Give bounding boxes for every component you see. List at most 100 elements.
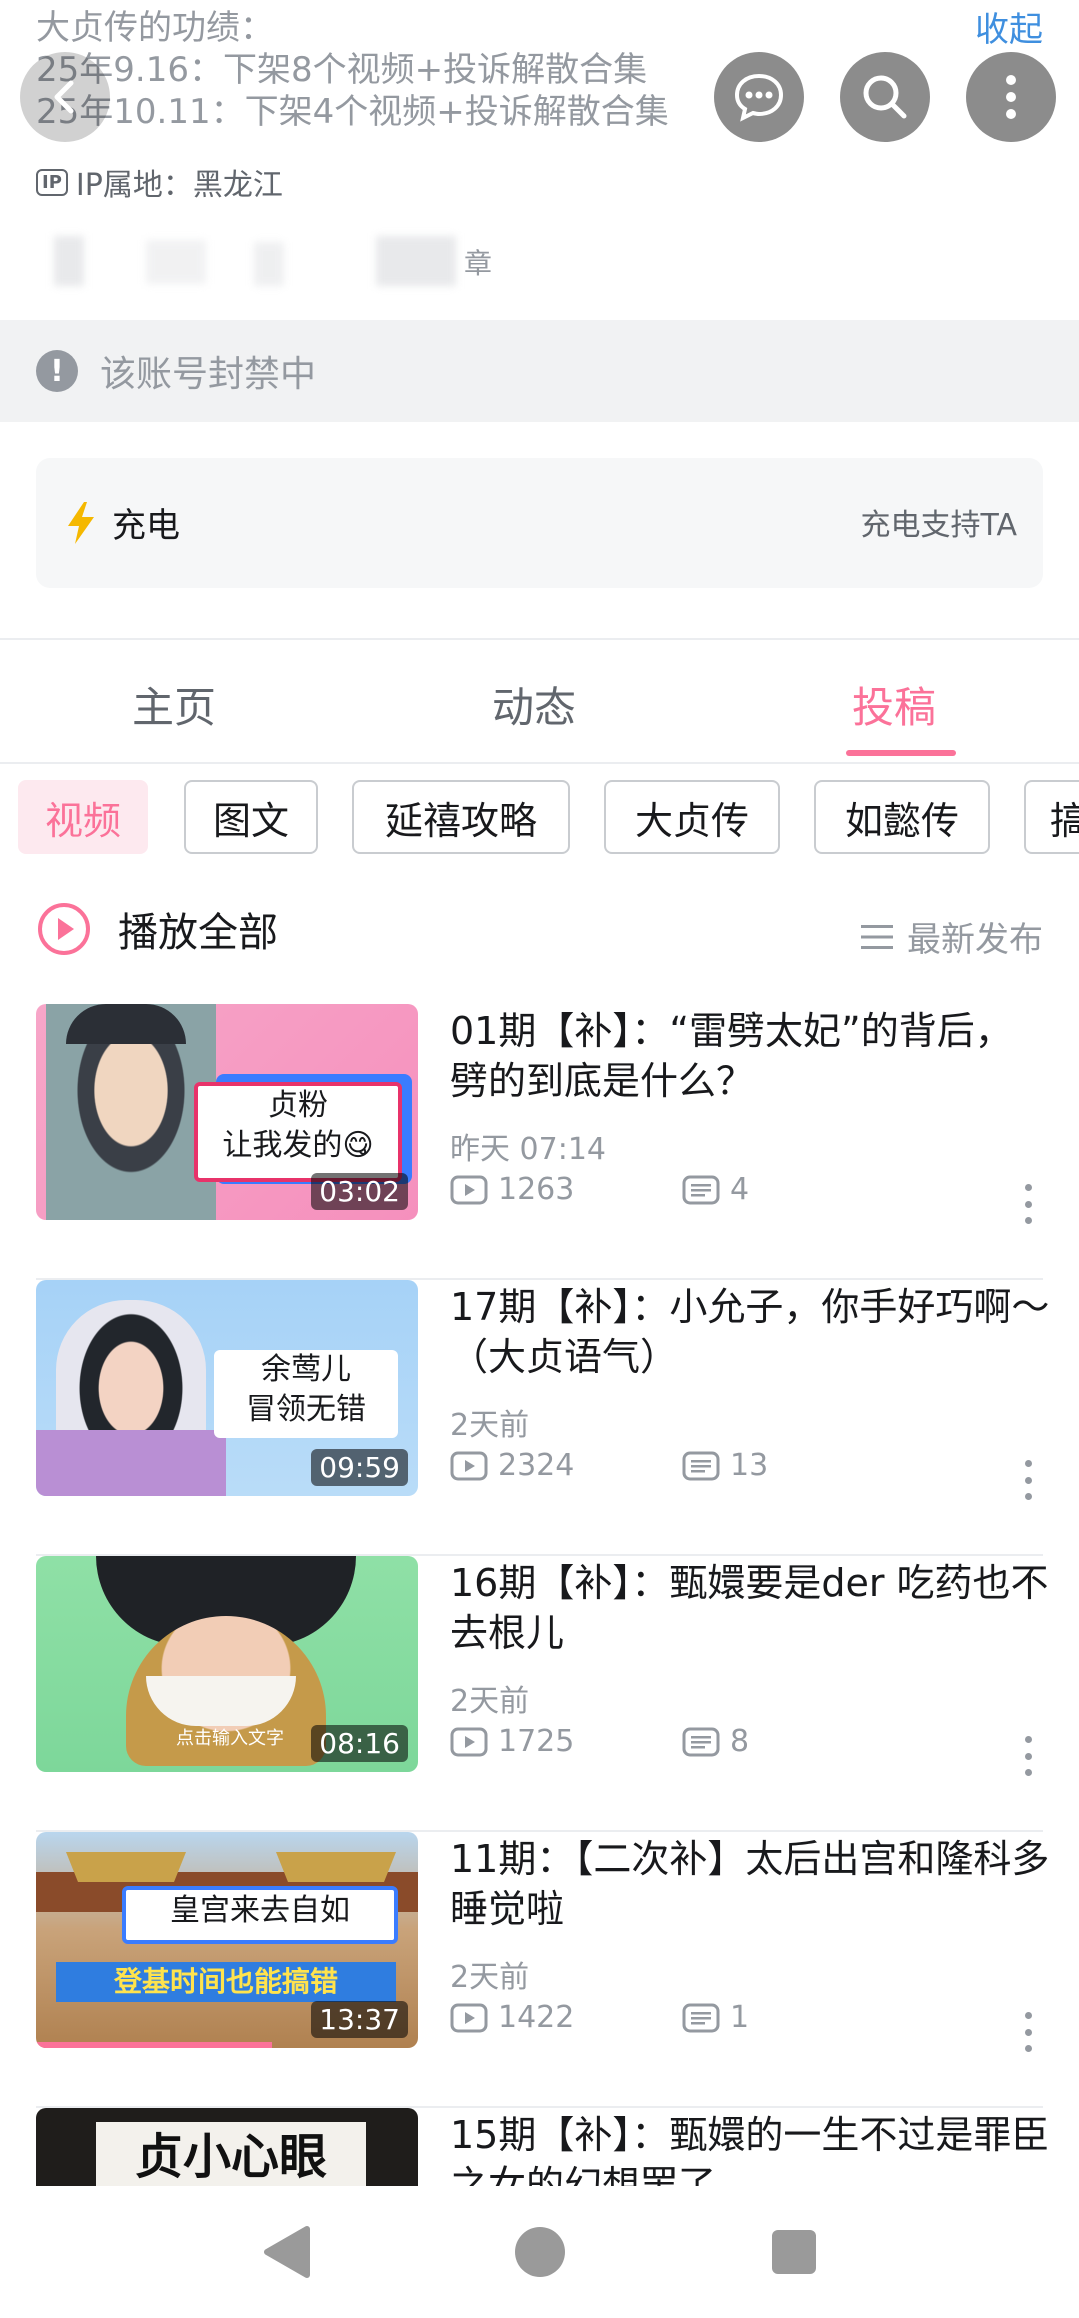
tab-home[interactable]: 主页 xyxy=(132,674,216,735)
video-title[interactable]: 15期【补】：甄嬛的一生不过是罪臣之女的幻想罢了 xyxy=(450,2110,1050,2188)
search-icon xyxy=(863,75,907,119)
tab-dynamics[interactable]: 动态 xyxy=(492,674,576,735)
video-time: 昨天 07:14 xyxy=(450,1132,606,1167)
video-item[interactable]: 皇宫来去自如 登基时间也能搞错 13:37 11期：【二次补】太后出宫和隆科多睡… xyxy=(0,1832,1079,2108)
video-item[interactable]: 贞小心眼 15期【补】：甄嬛的一生不过是罪臣之女的幻想罢了 xyxy=(0,2108,1079,2188)
chip-more[interactable]: 搞 xyxy=(1024,780,1079,854)
comment-count-icon xyxy=(682,2003,720,2032)
thumb-caption-line: 贞小心眼 xyxy=(96,2122,366,2188)
video-thumbnail[interactable]: 贞小心眼 xyxy=(36,2108,418,2188)
comment-count: 13 xyxy=(730,1448,769,1483)
sort-label: 最新发布 xyxy=(907,920,1043,960)
thumb-caption-line: 皇宫来去自如 xyxy=(170,1893,350,1928)
thumb-caption-line: 登基时间也能搞错 xyxy=(56,1962,396,2002)
play-count-icon xyxy=(450,1451,488,1480)
banned-notice: ! 该账号封禁中 xyxy=(0,320,1079,422)
ip-icon: IP xyxy=(36,168,68,196)
chip-yanxi[interactable]: 延禧攻略 xyxy=(352,780,570,854)
video-title[interactable]: 16期【补】：甄嬛要是der 吃药也不去根儿 xyxy=(450,1558,1050,1658)
comment-count-icon xyxy=(682,1727,720,1756)
video-duration: 13:37 xyxy=(311,2001,408,2038)
sort-button[interactable]: 最新发布 xyxy=(861,912,1043,961)
chip-ruyi[interactable]: 如懿传 xyxy=(814,780,990,854)
charge-label: 充电 xyxy=(112,506,180,546)
thumb-caption-line: 冒领无错 xyxy=(246,1392,366,1427)
comment-count: 4 xyxy=(730,1172,750,1207)
video-thumbnail[interactable]: 贞粉 让我发的😋 03:02 xyxy=(36,1004,418,1220)
chip-video[interactable]: 视频 xyxy=(18,780,148,854)
more-dots-icon[interactable] xyxy=(1025,1736,1033,1776)
profile-tabs: 主页 动态 投稿 xyxy=(0,638,1079,764)
nav-recents-icon[interactable] xyxy=(770,2228,818,2276)
view-count: 1725 xyxy=(498,1724,575,1759)
thumb-caption-line: 余莺儿 xyxy=(261,1352,351,1387)
chat-bubble-icon xyxy=(734,73,784,122)
view-count: 2324 xyxy=(498,1448,575,1483)
nav-back-icon[interactable] xyxy=(261,2225,311,2279)
video-time: 2天前 xyxy=(450,1684,530,1719)
warning-icon: ! xyxy=(36,350,78,392)
chip-dazhen[interactable]: 大贞传 xyxy=(604,780,780,854)
video-item[interactable]: 贞粉 让我发的😋 03:02 01期【补】：“雷劈太妃”的背后，劈的到底是什么？… xyxy=(0,1004,1079,1280)
comment-count: 1 xyxy=(730,2000,750,2035)
back-button[interactable] xyxy=(20,52,110,142)
video-thumbnail[interactable]: 点击输入文字 08:16 xyxy=(36,1556,418,1772)
watch-progress-bar xyxy=(36,2042,272,2048)
charge-support-link[interactable]: 充电支持TA xyxy=(860,500,1017,544)
blurred-info-row: 章 xyxy=(36,232,556,292)
video-time: 2天前 xyxy=(450,1408,530,1443)
tab-active-indicator xyxy=(846,750,956,756)
play-count-icon xyxy=(450,1727,488,1756)
video-item[interactable]: 点击输入文字 08:16 16期【补】：甄嬛要是der 吃药也不去根儿 2天前 … xyxy=(0,1556,1079,1832)
more-dots-icon[interactable] xyxy=(1025,1184,1033,1224)
video-stats: 1422 1 xyxy=(450,2000,749,2035)
search-button[interactable] xyxy=(840,52,930,142)
tab-submissions[interactable]: 投稿 xyxy=(852,674,936,735)
video-thumbnail[interactable]: 余莺儿 冒领无错 09:59 xyxy=(36,1280,418,1496)
comment-count: 8 xyxy=(730,1724,750,1759)
ip-location-text: IP属地：黑龙江 xyxy=(75,168,283,203)
thumb-caption-line: 让我发的😋 xyxy=(222,1128,374,1163)
video-title[interactable]: 17期【补】：小允子，你手好巧啊～（大贞语气） xyxy=(450,1282,1050,1382)
video-time: 2天前 xyxy=(450,1960,530,1995)
play-count-icon xyxy=(450,2003,488,2032)
video-stats: 1263 4 xyxy=(450,1172,749,1207)
vertical-dots-icon xyxy=(1006,75,1016,119)
message-button[interactable] xyxy=(714,52,804,142)
collapse-link[interactable]: 收起 xyxy=(975,2,1043,51)
charge-panel[interactable]: 充电 充电支持TA xyxy=(36,458,1043,588)
category-chips: 视频 图文 延禧攻略 大贞传 如懿传 搞 xyxy=(0,780,1079,862)
thumb-caption-line: 贞粉 xyxy=(268,1088,328,1123)
more-dots-icon[interactable] xyxy=(1025,2012,1033,2052)
video-duration: 09:59 xyxy=(311,1449,408,1486)
ip-location-row: IP IP属地：黑龙江 xyxy=(36,160,283,204)
play-all-button[interactable]: 播放全部 xyxy=(36,900,278,958)
play-circle-icon xyxy=(38,903,90,955)
video-stats: 2324 13 xyxy=(450,1448,768,1483)
more-dots-icon[interactable] xyxy=(1025,1460,1033,1500)
video-duration: 08:16 xyxy=(311,1725,408,1762)
intro-line-3: 25年10.11：下架4个视频+投诉解散合集 xyxy=(36,92,669,132)
more-options-button[interactable] xyxy=(966,52,1056,142)
list-icon xyxy=(861,924,893,949)
play-count-icon xyxy=(450,1175,488,1204)
back-arrow-icon xyxy=(54,80,74,114)
video-thumbnail[interactable]: 皇宫来去自如 登基时间也能搞错 13:37 xyxy=(36,1832,418,2048)
system-nav-bar xyxy=(0,2186,1079,2318)
video-item[interactable]: 余莺儿 冒领无错 09:59 17期【补】：小允子，你手好巧啊～（大贞语气） 2… xyxy=(0,1280,1079,1556)
blurred-suffix-text: 章 xyxy=(464,247,493,280)
view-count: 1263 xyxy=(498,1172,575,1207)
video-duration: 03:02 xyxy=(311,1173,408,1210)
video-title[interactable]: 01期【补】：“雷劈太妃”的背后，劈的到底是什么？ xyxy=(450,1006,1050,1106)
lightning-icon xyxy=(68,502,94,544)
view-count: 1422 xyxy=(498,2000,575,2035)
video-stats: 1725 8 xyxy=(450,1724,749,1759)
chip-image-text[interactable]: 图文 xyxy=(184,780,318,854)
comment-count-icon xyxy=(682,1175,720,1204)
comment-count-icon xyxy=(682,1451,720,1480)
play-all-label: 播放全部 xyxy=(118,910,278,956)
video-title[interactable]: 11期：【二次补】太后出宫和隆科多睡觉啦 xyxy=(450,1834,1050,1934)
banned-text: 该账号封禁中 xyxy=(100,354,317,395)
nav-home-icon[interactable] xyxy=(513,2225,567,2279)
thumb-caption-line: 点击输入文字 xyxy=(176,1728,284,1749)
